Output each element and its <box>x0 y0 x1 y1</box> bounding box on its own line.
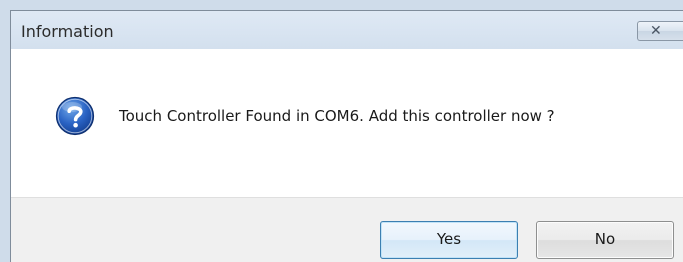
close-icon: ✕ <box>650 23 662 39</box>
dialog-title: Information <box>21 22 114 41</box>
title-bar[interactable]: Information ✕ <box>11 11 683 49</box>
message-area: Touch Controller Found in COM6. Add this… <box>11 49 683 197</box>
close-button[interactable]: ✕ <box>637 21 683 41</box>
no-button[interactable]: No <box>536 221 674 259</box>
question-icon <box>55 96 95 136</box>
dialog-window: Information ✕ Touch Controller Found in … <box>10 10 683 262</box>
yes-button[interactable]: Yes <box>380 221 518 259</box>
button-bar: Yes No <box>11 197 683 262</box>
dialog-body: Touch Controller Found in COM6. Add this… <box>11 49 683 262</box>
message-text: Touch Controller Found in COM6. Add this… <box>119 107 555 125</box>
